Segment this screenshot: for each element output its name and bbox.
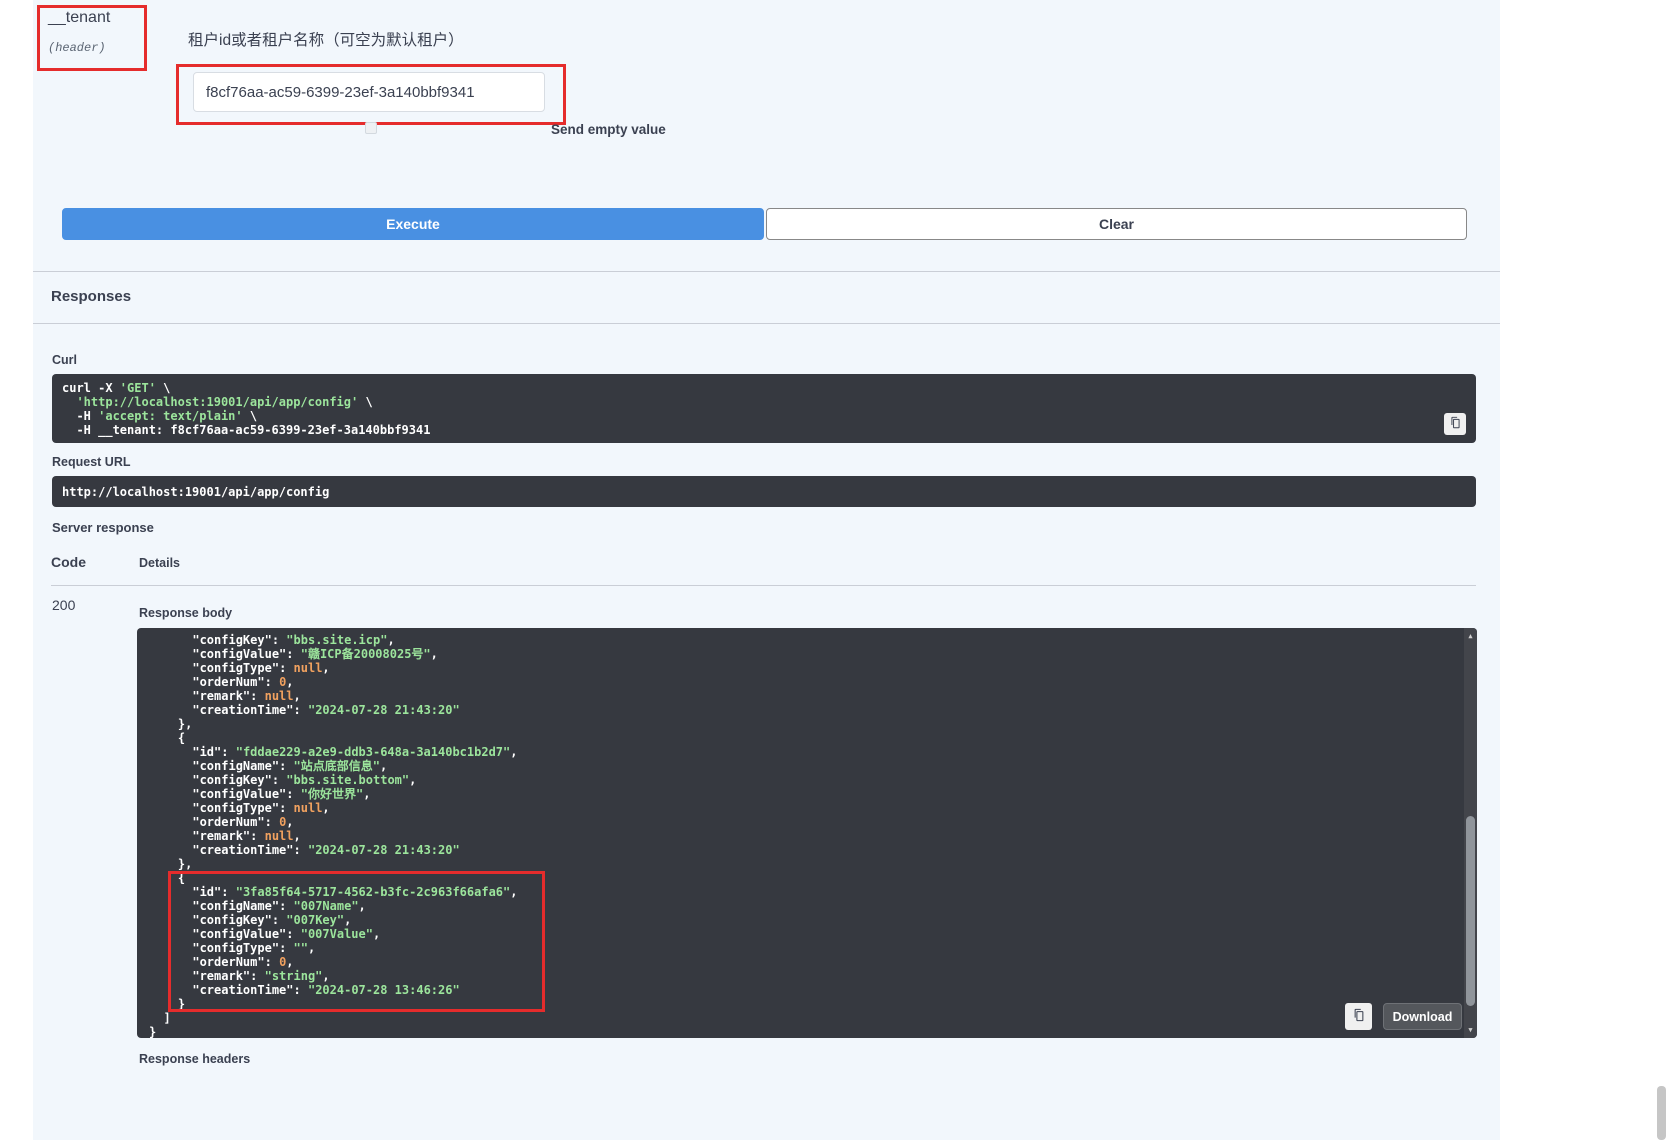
divider <box>33 271 1500 272</box>
parameter-name: __tenant <box>48 9 110 27</box>
code-line: 'http://localhost:19001/api/app/config' … <box>62 395 1436 409</box>
code-line: "configValue": "007Value", <box>149 927 1447 941</box>
code-line: }, <box>149 717 1447 731</box>
divider <box>51 585 1476 586</box>
response-body-block: "configKey": "bbs.site.icp", "configValu… <box>137 628 1477 1038</box>
clipboard-icon <box>1449 416 1462 432</box>
parameter-description: 租户id或者租户名称（可空为默认租户） <box>188 28 464 50</box>
code-line: "configValue": "你好世界", <box>149 787 1447 801</box>
execute-button[interactable]: Execute <box>62 208 764 240</box>
code-line: "orderNum": 0, <box>149 955 1447 969</box>
curl-code-block: curl -X 'GET' \ 'http://localhost:19001/… <box>52 374 1476 443</box>
response-details-header: Details <box>139 556 180 570</box>
request-url-block: http://localhost:19001/api/app/config <box>52 476 1476 507</box>
code-line: } <box>149 1025 1447 1038</box>
parameter-location: (header) <box>48 41 106 55</box>
code-line: "creationTime": "2024-07-28 21:43:20" <box>149 843 1447 857</box>
code-line: "creationTime": "2024-07-28 13:46:26" <box>149 983 1447 997</box>
code-line: "orderNum": 0, <box>149 815 1447 829</box>
page-scrollbar-thumb[interactable] <box>1657 1086 1666 1140</box>
code-line: "creationTime": "2024-07-28 21:43:20" <box>149 703 1447 717</box>
curl-copy-button[interactable] <box>1444 413 1466 435</box>
code-line: -H 'accept: text/plain' \ <box>62 409 1436 423</box>
server-response-label: Server response <box>52 520 154 535</box>
clear-button[interactable]: Clear <box>766 208 1467 240</box>
curl-label: Curl <box>52 353 77 367</box>
code-line: ] <box>149 1011 1447 1025</box>
code-line: { <box>149 731 1447 745</box>
scroll-up-icon[interactable]: ▲ <box>1464 630 1477 642</box>
code-line: "configType": "", <box>149 941 1447 955</box>
response-copy-button[interactable] <box>1345 1003 1372 1030</box>
code-line: "orderNum": 0, <box>149 675 1447 689</box>
clipboard-icon <box>1352 1008 1366 1025</box>
send-empty-label: Send empty value <box>551 122 666 137</box>
code-line: "remark": null, <box>149 829 1447 843</box>
download-button[interactable]: Download <box>1383 1003 1462 1030</box>
response-code-header: Code <box>51 554 86 570</box>
send-empty-checkbox[interactable] <box>365 122 377 134</box>
code-line: "remark": null, <box>149 689 1447 703</box>
swagger-ui-page: __tenant (header) 租户id或者租户名称（可空为默认租户） Se… <box>0 0 1667 1140</box>
code-line: -H __tenant: f8cf76aa-ac59-6399-23ef-3a1… <box>62 423 1436 437</box>
code-line: "configName": "007Name", <box>149 899 1447 913</box>
code-line: "id": "fddae229-a2e9-ddb3-648a-3a140bc1b… <box>149 745 1447 759</box>
request-url-label: Request URL <box>52 455 130 469</box>
scrollbar-thumb[interactable] <box>1466 816 1475 1006</box>
code-line: "configKey": "bbs.site.icp", <box>149 633 1447 647</box>
request-url-value: http://localhost:19001/api/app/config <box>62 485 329 499</box>
tenant-input[interactable] <box>193 72 545 112</box>
code-line: "configValue": "赣ICP备20008025号", <box>149 647 1447 661</box>
code-line: "configKey": "bbs.site.bottom", <box>149 773 1447 787</box>
response-body-scrollbar[interactable]: ▲▼ <box>1464 628 1477 1038</box>
divider <box>33 323 1500 324</box>
code-line: "configType": null, <box>149 661 1447 675</box>
code-line: "configType": null, <box>149 801 1447 815</box>
code-line: }, <box>149 857 1447 871</box>
response-body-label: Response body <box>139 606 232 620</box>
code-line: "id": "3fa85f64-5717-4562-b3fc-2c963f66a… <box>149 885 1447 899</box>
status-code: 200 <box>52 597 75 613</box>
code-line: "remark": "string", <box>149 969 1447 983</box>
code-line: "configKey": "007Key", <box>149 913 1447 927</box>
response-headers-label: Response headers <box>139 1052 250 1066</box>
code-line: { <box>149 871 1447 885</box>
responses-title: Responses <box>51 288 131 305</box>
code-line: curl -X 'GET' \ <box>62 381 1436 395</box>
code-line: } <box>149 997 1447 1011</box>
code-line: "configName": "站点底部信息", <box>149 759 1447 773</box>
scroll-down-icon[interactable]: ▼ <box>1464 1024 1477 1036</box>
get-opblock-body: __tenant (header) 租户id或者租户名称（可空为默认租户） Se… <box>33 0 1500 1140</box>
